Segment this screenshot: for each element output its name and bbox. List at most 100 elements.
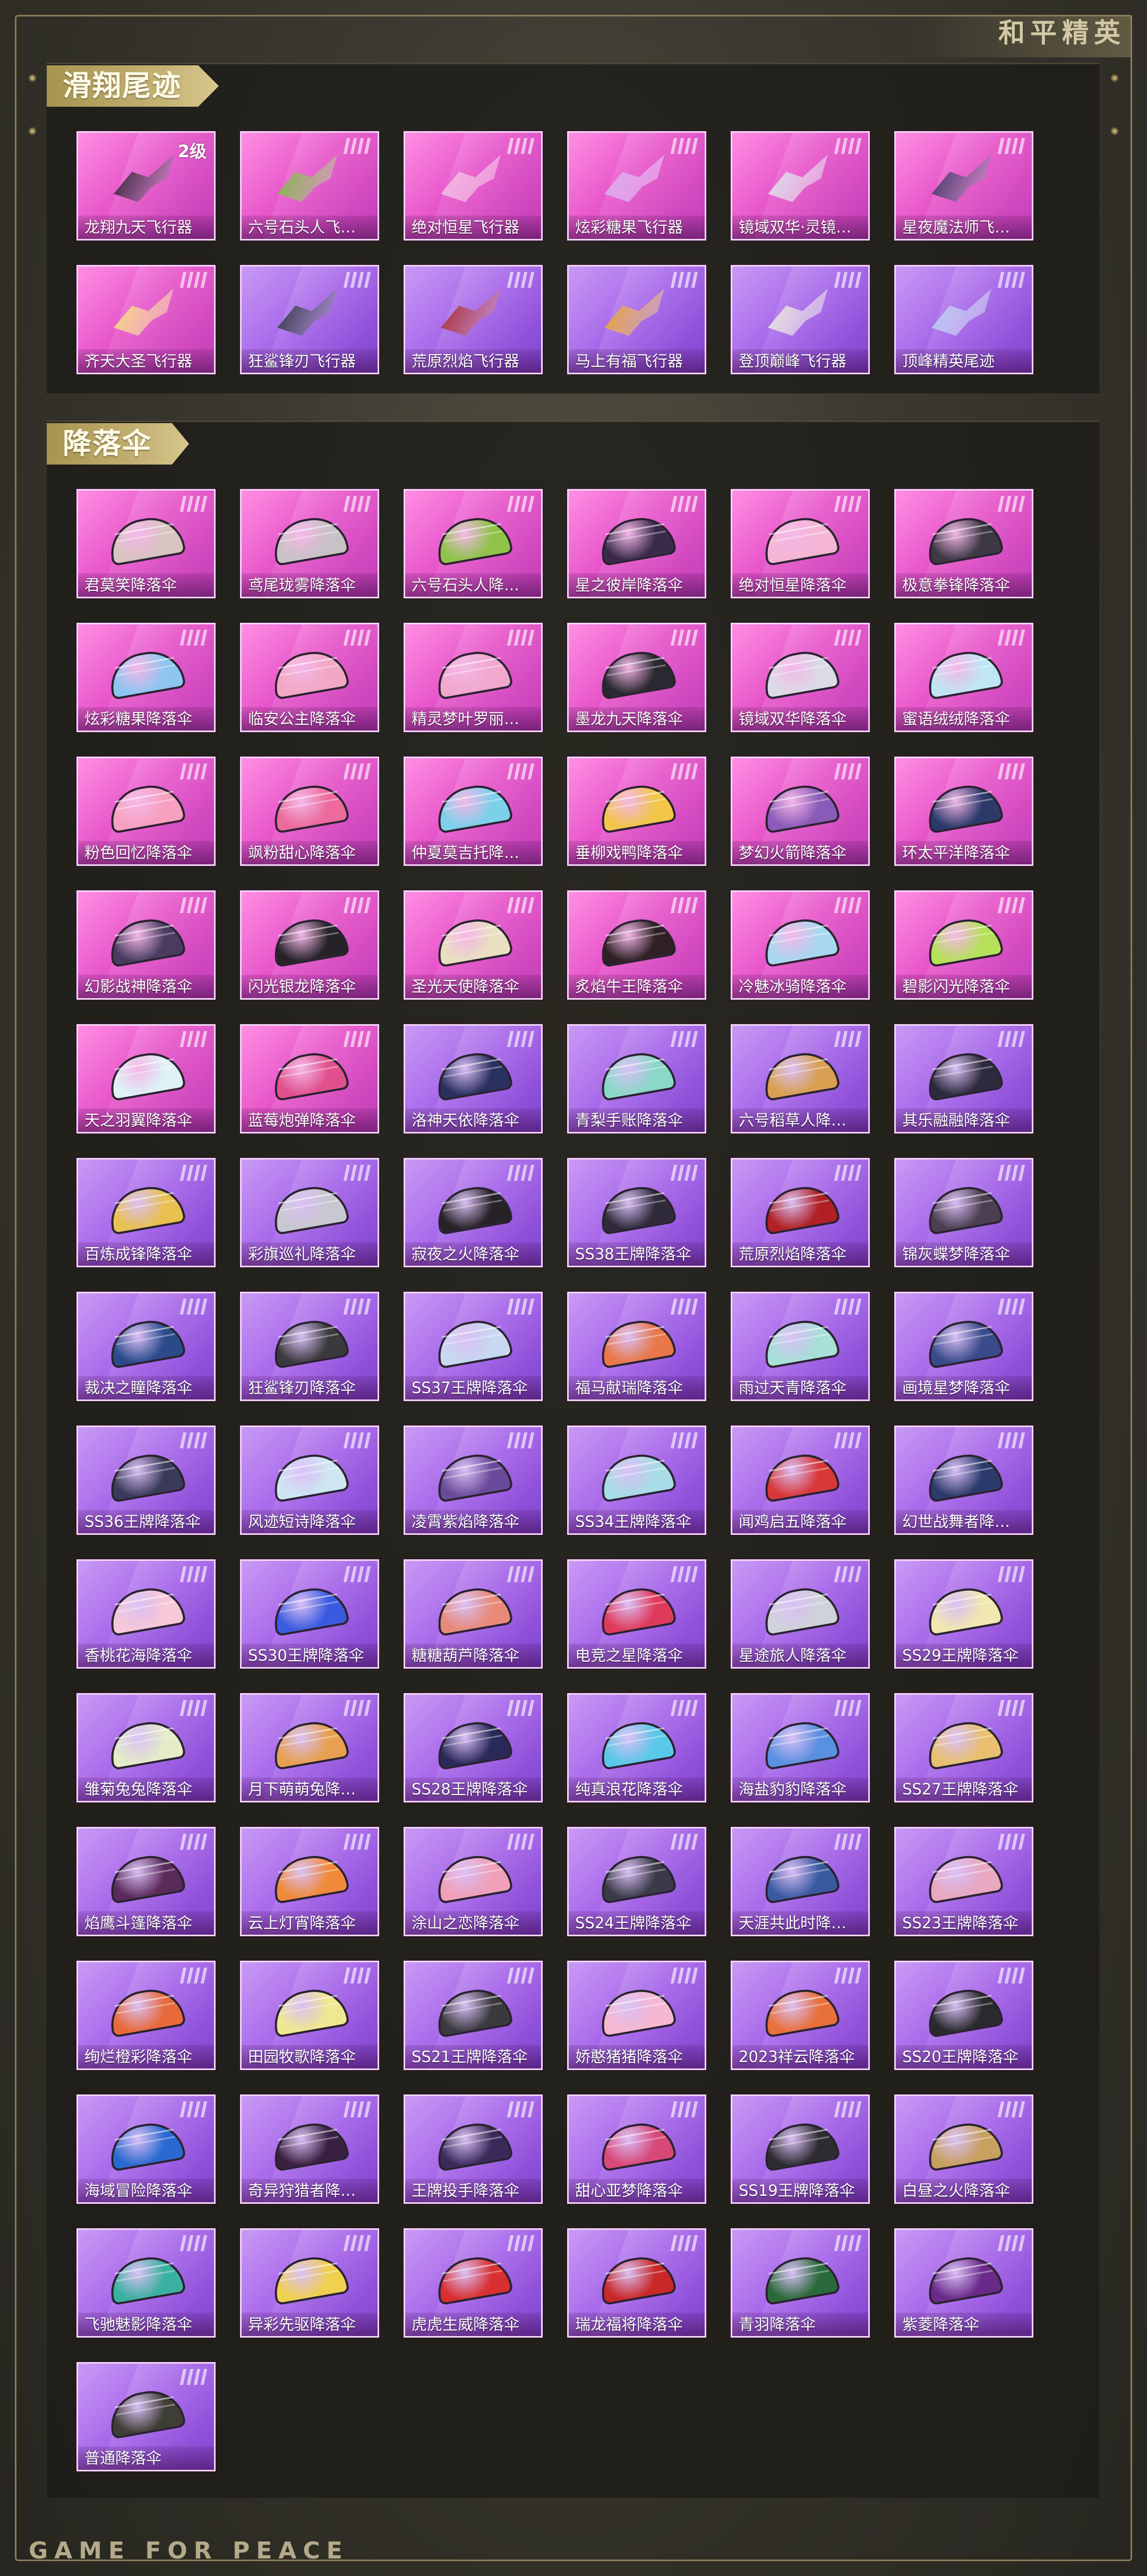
parachute-item-card[interactable]: 裁决之瞳降落伞: [76, 1292, 216, 1401]
parachute-item-card[interactable]: 环太平洋降落伞: [894, 757, 1033, 866]
parachute-item-card[interactable]: SS23王牌降落伞: [894, 1827, 1033, 1936]
parachute-item-card[interactable]: 糖糖葫芦降落伞: [404, 1559, 543, 1669]
parachute-item-card[interactable]: 碧影闪光降落伞: [894, 890, 1033, 1000]
parachute-item-card[interactable]: 王牌投手降落伞: [404, 2094, 543, 2204]
parachute-item-card[interactable]: 海域冒险降落伞: [76, 2094, 216, 2204]
parachute-item-card[interactable]: 白昼之火降落伞: [894, 2094, 1033, 2204]
parachute-item-card[interactable]: 六号石头人降…: [404, 489, 543, 598]
parachute-item-card[interactable]: 圣光天使降落伞: [404, 890, 543, 1000]
parachute-item-card[interactable]: 垂柳戏鸭降落伞: [567, 757, 706, 866]
parachute-item-card[interactable]: 闻鸡启五降落伞: [731, 1426, 870, 1535]
parachute-item-card[interactable]: 天之羽翼降落伞: [76, 1024, 216, 1134]
frame-ornament: [1111, 127, 1118, 135]
glider-item-card[interactable]: 马上有福飞行器: [567, 265, 706, 374]
parachute-item-card[interactable]: 粉色回忆降落伞: [76, 757, 216, 866]
parachute-item-card[interactable]: 海盐豹豹降落伞: [731, 1693, 870, 1802]
parachute-item-card[interactable]: 天涯共此时降…: [731, 1827, 870, 1936]
parachute-item-card[interactable]: SS19王牌降落伞: [731, 2094, 870, 2204]
parachute-item-card[interactable]: 幻世战舞者降…: [894, 1426, 1033, 1535]
glider-item-card[interactable]: 星夜魔法师飞…: [894, 131, 1033, 241]
parachute-item-card[interactable]: 六号稻草人降…: [731, 1024, 870, 1134]
parachute-item-card[interactable]: 墨龙九天降落伞: [567, 623, 706, 732]
parachute-item-card[interactable]: SS28王牌降落伞: [404, 1693, 543, 1802]
parachute-item-card[interactable]: 飞驰魅影降落伞: [76, 2228, 216, 2338]
parachute-item-card[interactable]: 甜心亚梦降落伞: [567, 2094, 706, 2204]
parachute-item-card[interactable]: SS20王牌降落伞: [894, 1961, 1033, 2070]
parachute-item-card[interactable]: 娇憨猪猪降落伞: [567, 1961, 706, 2070]
parachute-item-card[interactable]: 电竞之星降落伞: [567, 1559, 706, 1669]
parachute-item-card[interactable]: SS27王牌降落伞: [894, 1693, 1033, 1802]
parachute-item-card[interactable]: 洛神天依降落伞: [404, 1024, 543, 1134]
parachute-item-card[interactable]: 炙焰牛王降落伞: [567, 890, 706, 1000]
parachute-item-card[interactable]: SS24王牌降落伞: [567, 1827, 706, 1936]
glider-item-card[interactable]: 狂鲨锋刃飞行器: [240, 265, 379, 374]
parachute-item-card[interactable]: 云上灯宵降落伞: [240, 1827, 379, 1936]
parachute-item-card[interactable]: 雏菊兔兔降落伞: [76, 1693, 216, 1802]
parachute-item-card[interactable]: 涂山之恋降落伞: [404, 1827, 543, 1936]
glider-item-card[interactable]: 六号石头人飞…: [240, 131, 379, 241]
parachute-item-card[interactable]: 飒粉甜心降落伞: [240, 757, 379, 866]
glider-item-card[interactable]: 齐天大圣飞行器: [76, 265, 216, 374]
glider-item-card[interactable]: 登顶巅峰飞行器: [731, 265, 870, 374]
parachute-icon: [433, 1045, 513, 1104]
parachute-item-card[interactable]: 普通降落伞: [76, 2362, 216, 2471]
parachute-item-card[interactable]: 瑞龙福将降落伞: [567, 2228, 706, 2338]
parachute-item-card[interactable]: 百炼成锋降落伞: [76, 1158, 216, 1267]
parachute-item-card[interactable]: 月下萌萌兔降…: [240, 1693, 379, 1802]
parachute-item-card[interactable]: 彩旗巡礼降落伞: [240, 1158, 379, 1267]
parachute-item-card[interactable]: 异彩先驱降落伞: [240, 2228, 379, 2338]
parachute-item-card[interactable]: 香桃花海降落伞: [76, 1559, 216, 1669]
parachute-item-card[interactable]: SS38王牌降落伞: [567, 1158, 706, 1267]
parachute-item-card[interactable]: 荒原烈焰降落伞: [731, 1158, 870, 1267]
parachute-item-card[interactable]: 紫菱降落伞: [894, 2228, 1033, 2338]
parachute-item-card[interactable]: 星途旅人降落伞: [731, 1559, 870, 1669]
parachute-item-card[interactable]: 虎虎生威降落伞: [404, 2228, 543, 2338]
parachute-item-card[interactable]: 君莫笑降落伞: [76, 489, 216, 598]
parachute-item-card[interactable]: 绚烂橙彩降落伞: [76, 1961, 216, 2070]
glider-item-card[interactable]: 2级 龙翔九天飞行器: [76, 131, 216, 241]
parachute-item-card[interactable]: 冷魅冰骑降落伞: [731, 890, 870, 1000]
glider-item-card[interactable]: 炫彩糖果飞行器: [567, 131, 706, 241]
parachute-item-card[interactable]: 画境星梦降落伞: [894, 1292, 1033, 1401]
parachute-item-card[interactable]: 2023祥云降落伞: [731, 1961, 870, 2070]
parachute-item-card[interactable]: SS36王牌降落伞: [76, 1426, 216, 1535]
parachute-item-card[interactable]: 绝对恒星降落伞: [731, 489, 870, 598]
parachute-item-card[interactable]: 镜域双华降落伞: [731, 623, 870, 732]
parachute-item-card[interactable]: 星之彼岸降落伞: [567, 489, 706, 598]
glider-item-card[interactable]: 荒原烈焰飞行器: [404, 265, 543, 374]
parachute-item-card[interactable]: 仲夏莫吉托降…: [404, 757, 543, 866]
glider-item-card[interactable]: 顶峰精英尾迹: [894, 265, 1033, 374]
glider-item-card[interactable]: 镜域双华·灵镜…: [731, 131, 870, 241]
parachute-item-card[interactable]: 焰鹰斗篷降落伞: [76, 1827, 216, 1936]
parachute-item-card[interactable]: SS34王牌降落伞: [567, 1426, 706, 1535]
parachute-item-card[interactable]: 田园牧歌降落伞: [240, 1961, 379, 2070]
parachute-item-card[interactable]: 梦幻火箭降落伞: [731, 757, 870, 866]
parachute-item-card[interactable]: 青梨手账降落伞: [567, 1024, 706, 1134]
parachute-item-card[interactable]: SS29王牌降落伞: [894, 1559, 1033, 1669]
parachute-item-card[interactable]: 锦灰蝶梦降落伞: [894, 1158, 1033, 1267]
parachute-item-card[interactable]: 炫彩糖果降落伞: [76, 623, 216, 732]
item-label: 海域冒险降落伞: [78, 2179, 214, 2202]
parachute-item-card[interactable]: 临安公主降落伞: [240, 623, 379, 732]
parachute-item-card[interactable]: SS21王牌降落伞: [404, 1961, 543, 2070]
parachute-item-card[interactable]: 鸢尾珑雾降落伞: [240, 489, 379, 598]
parachute-item-card[interactable]: 纯真浪花降落伞: [567, 1693, 706, 1802]
parachute-item-card[interactable]: 雨过天青降落伞: [731, 1292, 870, 1401]
glider-item-card[interactable]: 绝对恒星飞行器: [404, 131, 543, 241]
parachute-item-card[interactable]: 凌霄紫焰降落伞: [404, 1426, 543, 1535]
parachute-item-card[interactable]: 寂夜之火降落伞: [404, 1158, 543, 1267]
parachute-item-card[interactable]: 闪光银龙降落伞: [240, 890, 379, 1000]
parachute-item-card[interactable]: SS37王牌降落伞: [404, 1292, 543, 1401]
parachute-item-card[interactable]: 风迹短诗降落伞: [240, 1426, 379, 1535]
parachute-item-card[interactable]: 狂鲨锋刃降落伞: [240, 1292, 379, 1401]
parachute-item-card[interactable]: 其乐融融降落伞: [894, 1024, 1033, 1134]
parachute-item-card[interactable]: 精灵梦叶罗丽…: [404, 623, 543, 732]
parachute-item-card[interactable]: 青羽降落伞: [731, 2228, 870, 2338]
parachute-item-card[interactable]: 幻影战神降落伞: [76, 890, 216, 1000]
parachute-item-card[interactable]: 福马献瑞降落伞: [567, 1292, 706, 1401]
parachute-item-card[interactable]: 蓝莓炮弹降落伞: [240, 1024, 379, 1134]
parachute-item-card[interactable]: 极意拳锋降落伞: [894, 489, 1033, 598]
parachute-item-card[interactable]: SS30王牌降落伞: [240, 1559, 379, 1669]
parachute-item-card[interactable]: 奇异狩猎者降…: [240, 2094, 379, 2204]
parachute-item-card[interactable]: 蜜语绒绒降落伞: [894, 623, 1033, 732]
